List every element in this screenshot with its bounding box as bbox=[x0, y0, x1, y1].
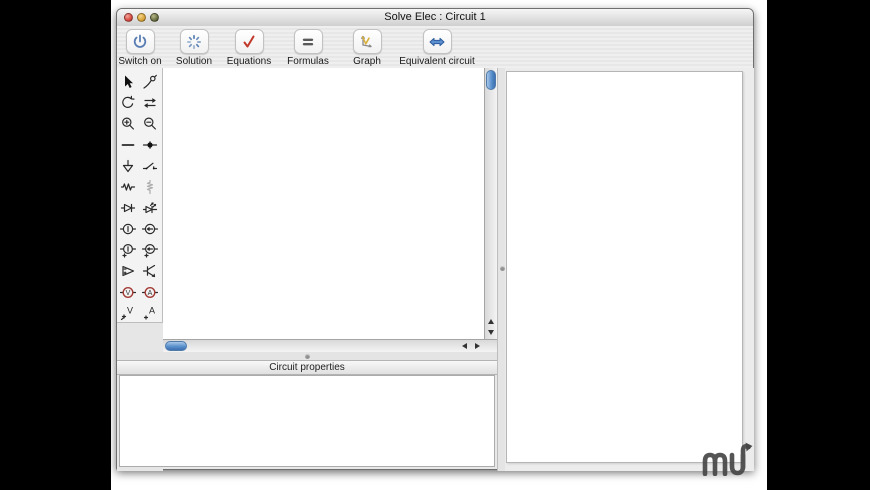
vertical-splitter[interactable] bbox=[497, 68, 505, 471]
voltage-probe-tool[interactable]: V bbox=[118, 303, 138, 323]
opamp-tool[interactable] bbox=[118, 261, 138, 281]
current-probe-tool[interactable]: A bbox=[140, 303, 160, 323]
splitter-grip[interactable] bbox=[305, 353, 310, 359]
rheostat-tool[interactable] bbox=[140, 177, 160, 197]
voltage-source-tool[interactable] bbox=[118, 219, 138, 239]
schematic-canvas[interactable] bbox=[163, 68, 484, 339]
left-pillarbox bbox=[0, 0, 111, 490]
current-probe-letter: A bbox=[149, 305, 155, 315]
circuit-properties-header: Circuit properties bbox=[117, 360, 497, 375]
scroll-left-button[interactable] bbox=[458, 340, 470, 352]
results-panel bbox=[505, 68, 754, 471]
left-arrow-icon bbox=[461, 343, 467, 349]
macupdate-mu-logo bbox=[698, 434, 758, 476]
equivalent-circuit-button[interactable]: Equivalent circuit bbox=[387, 29, 487, 67]
horizontal-splitter[interactable] bbox=[117, 352, 497, 360]
wire-tool[interactable] bbox=[118, 135, 138, 155]
toolbar-label: Equivalent circuit bbox=[399, 56, 475, 67]
reverse-tool[interactable] bbox=[140, 93, 160, 113]
title-bar[interactable]: Solve Elec : Circuit 1 bbox=[117, 9, 753, 27]
down-arrow-icon bbox=[488, 329, 494, 335]
canvas-horizontal-scrollbar[interactable] bbox=[163, 339, 497, 352]
current-source-tool[interactable] bbox=[140, 219, 160, 239]
resistor-tool[interactable] bbox=[118, 177, 138, 197]
rotate-tool[interactable] bbox=[118, 93, 138, 113]
canvas-vertical-scrollbar[interactable] bbox=[484, 68, 497, 339]
bend-wire-tool[interactable] bbox=[140, 72, 160, 92]
zoom-in-tool[interactable] bbox=[118, 114, 138, 134]
switch-tool[interactable] bbox=[140, 156, 160, 176]
select-arrow-tool[interactable] bbox=[118, 72, 138, 92]
transistor-tool[interactable] bbox=[140, 261, 160, 281]
circuit-properties-panel[interactable] bbox=[119, 375, 495, 467]
ground-tool[interactable] bbox=[118, 156, 138, 176]
node-tool[interactable] bbox=[140, 135, 160, 155]
polarized-voltage-source-tool[interactable] bbox=[118, 240, 138, 260]
ammeter-tool[interactable]: A bbox=[140, 282, 160, 302]
ammeter-letter: A bbox=[148, 290, 153, 297]
led-tool[interactable] bbox=[140, 198, 160, 218]
double-arrow-icon bbox=[428, 33, 446, 51]
voltmeter-tool[interactable]: V bbox=[118, 282, 138, 302]
right-pillarbox bbox=[767, 0, 870, 490]
graph-curve-icon bbox=[358, 33, 376, 51]
up-arrow-icon bbox=[488, 318, 494, 324]
splitter-grip[interactable] bbox=[499, 266, 505, 271]
component-palette: V A V A bbox=[117, 68, 163, 323]
equals-icon bbox=[299, 33, 317, 51]
window-title: Solve Elec : Circuit 1 bbox=[384, 11, 486, 23]
scroll-right-button[interactable] bbox=[471, 340, 483, 352]
red-checkmark-icon bbox=[240, 33, 258, 51]
polarized-current-source-tool[interactable] bbox=[140, 240, 160, 260]
app-window: Solve Elec : Circuit 1 Switch on Solutio… bbox=[116, 8, 754, 471]
zoom-out-tool[interactable] bbox=[140, 114, 160, 134]
voltmeter-letter: V bbox=[126, 290, 131, 297]
voltage-probe-letter: V bbox=[127, 305, 133, 315]
scrollbar-corner bbox=[484, 340, 497, 352]
horizontal-scroll-thumb[interactable] bbox=[165, 341, 187, 351]
toolbar: Switch on Solution Equations Formulas Gr… bbox=[117, 26, 753, 69]
right-arrow-icon bbox=[474, 343, 480, 349]
scroll-down-button[interactable] bbox=[485, 326, 497, 338]
vertical-scroll-thumb[interactable] bbox=[486, 70, 496, 90]
diode-tool[interactable] bbox=[118, 198, 138, 218]
results-document[interactable] bbox=[506, 71, 743, 463]
